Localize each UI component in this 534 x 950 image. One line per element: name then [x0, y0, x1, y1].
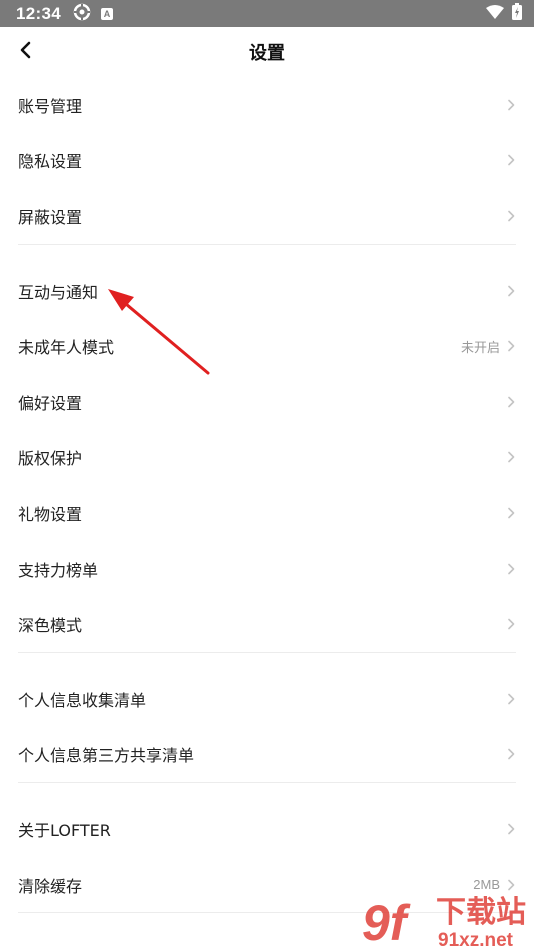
menu-item-account[interactable]: 账号管理	[0, 77, 534, 133]
menu-item-support-ranking[interactable]: 支持力榜单	[0, 541, 534, 597]
menu-item-label: 账号管理	[18, 96, 83, 116]
menu-item-label: 互动与通知	[18, 282, 99, 302]
page-title: 设置	[249, 43, 285, 64]
menu-item-label: 偏好设置	[18, 393, 83, 413]
site-watermark-logo: 9f 下载站 91xz.net	[362, 895, 526, 950]
back-button[interactable]	[10, 37, 40, 67]
menu-item-label: 未成年人模式	[18, 338, 115, 358]
chevron-right-icon	[506, 507, 516, 519]
menu-item-preferences[interactable]: 偏好设置	[0, 374, 534, 430]
menu-item-dark-mode[interactable]: 深色模式	[0, 596, 534, 652]
chevron-right-icon	[506, 396, 516, 408]
menu-item-label: 深色模式	[18, 616, 83, 636]
menu-item-label: 礼物设置	[18, 504, 83, 524]
section-divider	[0, 651, 534, 671]
app-header: 设置	[0, 27, 534, 77]
menu-item-label: 隐私设置	[18, 152, 83, 172]
chevron-right-icon	[506, 748, 516, 760]
menu-item-label: 屏蔽设置	[18, 207, 83, 227]
chevron-right-icon	[506, 99, 516, 111]
status-bar: 12:34 A	[0, 0, 534, 27]
menu-item-about[interactable]: 关于LOFTER	[0, 801, 534, 857]
chevron-right-icon	[506, 154, 516, 166]
app-notification-icon: A	[100, 7, 113, 20]
sync-icon	[73, 3, 91, 25]
section-divider	[0, 243, 534, 263]
menu-item-gift[interactable]: 礼物设置	[0, 485, 534, 541]
settings-menu: 账号管理 隐私设置 屏蔽设置 互动与通知 未成年人模式 未开启 偏好设置 版权保…	[0, 77, 534, 931]
chevron-right-icon	[506, 340, 516, 352]
minor-mode-status: 未开启	[460, 339, 500, 355]
chevron-right-icon	[506, 210, 516, 222]
chevron-right-icon	[506, 618, 516, 630]
watermark-title: 下载站	[436, 896, 526, 929]
menu-item-minor-mode[interactable]: 未成年人模式 未开启	[0, 318, 534, 374]
menu-item-interaction-notification[interactable]: 互动与通知	[0, 263, 534, 319]
menu-item-personal-info-list[interactable]: 个人信息收集清单	[0, 671, 534, 727]
menu-item-copyright[interactable]: 版权保护	[0, 430, 534, 486]
watermark-domain: 91xz.net	[438, 930, 514, 950]
menu-item-label: 个人信息第三方共享清单	[18, 746, 195, 766]
chevron-left-icon	[19, 41, 31, 63]
status-time: 12:34	[16, 3, 61, 23]
menu-item-label: 支持力榜单	[18, 560, 99, 580]
chevron-right-icon	[506, 285, 516, 297]
menu-item-label: 版权保护	[18, 449, 83, 469]
wifi-icon	[486, 4, 504, 23]
menu-item-label: 关于LOFTER	[18, 820, 111, 840]
chevron-right-icon	[506, 693, 516, 705]
chevron-right-icon	[506, 823, 516, 835]
menu-item-label: 个人信息收集清单	[18, 690, 147, 710]
battery-icon	[512, 3, 522, 24]
menu-item-block[interactable]: 屏蔽设置	[0, 188, 534, 244]
section-divider	[0, 782, 534, 801]
menu-item-privacy[interactable]: 隐私设置	[0, 133, 534, 189]
menu-item-third-party-sharing[interactable]: 个人信息第三方共享清单	[0, 727, 534, 783]
chevron-right-icon	[506, 451, 516, 463]
watermark-logo-text: 9f	[362, 895, 411, 950]
chevron-right-icon	[506, 563, 516, 575]
